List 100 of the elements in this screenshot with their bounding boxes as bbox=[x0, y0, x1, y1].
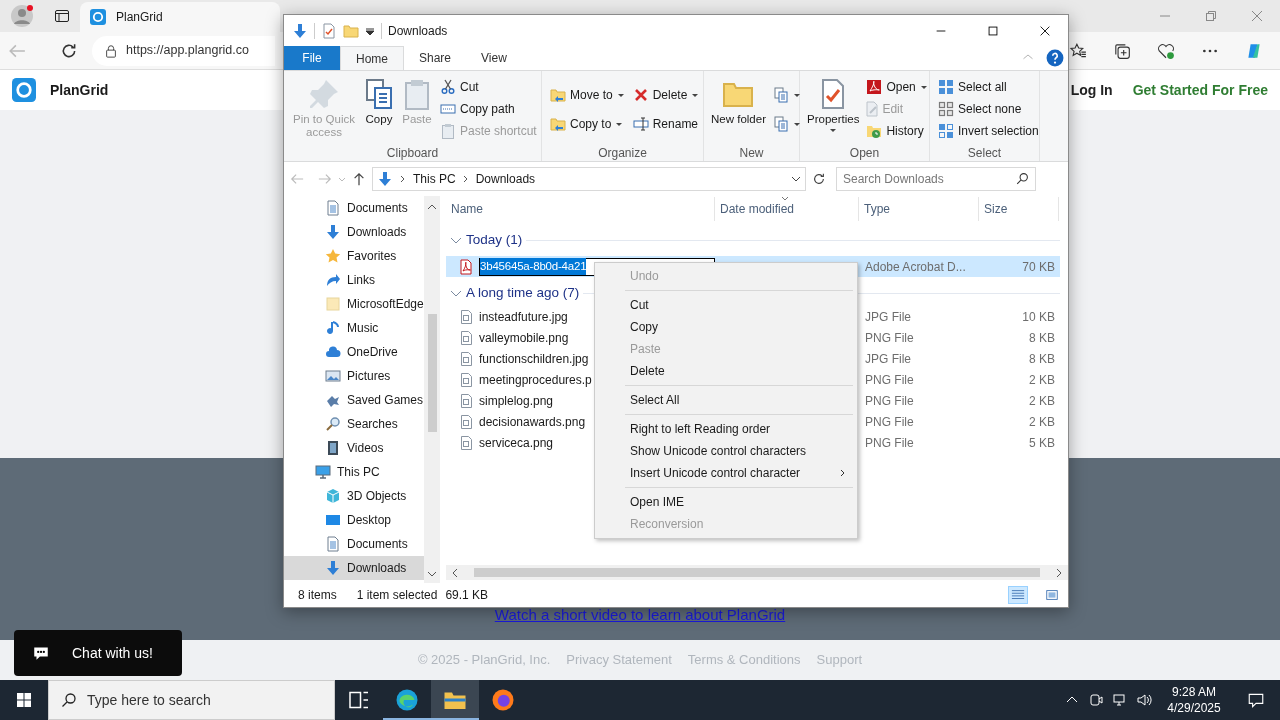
browser-tab[interactable]: PlanGrid bbox=[80, 2, 280, 32]
reload-icon[interactable] bbox=[60, 41, 78, 60]
column-header[interactable]: Type bbox=[859, 197, 979, 221]
ribbon-button[interactable]: Invert selection bbox=[936, 120, 1041, 142]
address-field[interactable]: This PC Downloads bbox=[372, 167, 806, 191]
nav-item[interactable]: Music bbox=[284, 316, 424, 340]
search-field[interactable]: Search Downloads bbox=[836, 167, 1036, 191]
scroll-up-icon[interactable] bbox=[427, 202, 437, 212]
ribbon-button[interactable]: Select all bbox=[936, 76, 1041, 98]
favorites-icon[interactable] bbox=[1069, 41, 1087, 60]
properties-icon[interactable] bbox=[321, 22, 337, 39]
desktop-icon bbox=[325, 512, 341, 528]
ribbon-button[interactable]: New folder bbox=[708, 74, 769, 128]
column-header[interactable]: Size bbox=[979, 197, 1059, 221]
group-header[interactable]: A long time ago (7) bbox=[466, 282, 580, 304]
menu-item[interactable]: Select All bbox=[597, 389, 855, 411]
group-header[interactable]: Today (1) bbox=[466, 229, 523, 251]
search-icon bbox=[1016, 172, 1029, 185]
details-view-icon[interactable] bbox=[1011, 588, 1025, 602]
ribbon-tab[interactable]: Home bbox=[340, 46, 404, 70]
ribbon-button[interactable]: Cut bbox=[438, 76, 539, 98]
ribbon-button[interactable]: History bbox=[864, 120, 930, 142]
folder-icon bbox=[550, 115, 566, 132]
film-icon bbox=[325, 440, 341, 456]
ribbon-button[interactable]: Delete bbox=[630, 83, 702, 106]
column-header[interactable]: Date modified bbox=[715, 197, 859, 221]
download-arrow-icon[interactable] bbox=[292, 22, 308, 39]
notification-icon[interactable] bbox=[1247, 691, 1265, 709]
nav-item[interactable]: Links bbox=[284, 268, 424, 292]
signup-link[interactable]: Get Started For Free bbox=[1132, 79, 1268, 101]
scrollbar-thumb[interactable] bbox=[474, 568, 1040, 577]
scroll-right-icon[interactable] bbox=[1054, 567, 1064, 578]
file-menu-button[interactable]: File bbox=[284, 46, 340, 70]
scroll-down-icon[interactable] bbox=[427, 569, 437, 579]
scroll-left-icon[interactable] bbox=[450, 567, 460, 578]
menu-item[interactable]: Show Unicode control characters bbox=[597, 440, 855, 462]
nav-item[interactable]: This PC bbox=[284, 460, 424, 484]
nav-item[interactable]: Saved Games bbox=[284, 388, 424, 412]
copilot-icon[interactable] bbox=[1245, 41, 1263, 60]
tab-actions-icon[interactable] bbox=[54, 8, 70, 24]
nav-item[interactable]: Searches bbox=[284, 412, 424, 436]
music-note-icon bbox=[325, 320, 341, 336]
nav-item[interactable]: Videos bbox=[284, 436, 424, 460]
nav-item[interactable]: Documents bbox=[284, 532, 424, 556]
login-link[interactable]: Log In bbox=[1070, 79, 1113, 101]
nav-item[interactable]: 3D Objects bbox=[284, 484, 424, 508]
ribbon-button[interactable]: Copy bbox=[360, 74, 398, 128]
star-icon bbox=[325, 248, 341, 264]
refresh-icon[interactable] bbox=[812, 172, 826, 186]
search-icon bbox=[61, 692, 77, 708]
ribbon-button[interactable]: Open bbox=[864, 76, 930, 98]
up-arrow-icon[interactable] bbox=[352, 172, 366, 186]
menu-item[interactable]: Right to left Reading order bbox=[597, 418, 855, 440]
ribbon-button[interactable]: Rename bbox=[630, 112, 702, 135]
nav-item[interactable]: Downloads bbox=[284, 556, 424, 580]
nav-item[interactable]: Downloads bbox=[284, 220, 424, 244]
menu-item[interactable]: Copy bbox=[597, 316, 855, 338]
restore-icon[interactable] bbox=[1203, 8, 1219, 24]
scrollbar-thumb[interactable] bbox=[427, 314, 437, 432]
magnifier-icon bbox=[325, 416, 341, 432]
chevron-down-icon[interactable] bbox=[791, 174, 801, 184]
ribbon-button[interactable]: Properties bbox=[804, 74, 863, 136]
nav-item[interactable]: Pictures bbox=[284, 364, 424, 388]
ribbon-button[interactable]: Move to bbox=[548, 83, 627, 106]
menu-item[interactable]: Cut bbox=[597, 294, 855, 316]
address-bar[interactable]: https://app.plangrid.co bbox=[92, 35, 275, 66]
ribbon-button[interactable]: Select none bbox=[936, 98, 1041, 120]
ribbon-button[interactable]: Copy path bbox=[438, 98, 539, 120]
nav-item[interactable]: Desktop bbox=[284, 508, 424, 532]
breadcrumb-link[interactable]: This PC bbox=[413, 170, 456, 188]
folder-icon bbox=[325, 296, 341, 312]
pin-icon bbox=[308, 78, 340, 110]
ribbon-button[interactable]: Copy to bbox=[548, 112, 627, 135]
maximize-icon[interactable] bbox=[986, 23, 1000, 38]
nav-item[interactable]: MicrosoftEdge bbox=[284, 292, 424, 316]
file-type: PNG File bbox=[864, 434, 915, 452]
breadcrumb-link[interactable]: Downloads bbox=[475, 170, 536, 188]
menu-item[interactable]: Delete bbox=[597, 360, 855, 382]
nav-item[interactable]: Documents bbox=[284, 196, 424, 220]
column-header[interactable]: Name bbox=[446, 197, 715, 221]
menu-item[interactable]: Insert Unicode control character bbox=[597, 462, 855, 484]
help-icon[interactable] bbox=[1046, 49, 1064, 67]
nav-item[interactable]: OneDrive bbox=[284, 340, 424, 364]
caret-icon[interactable] bbox=[365, 25, 375, 36]
volume-icon[interactable] bbox=[1136, 692, 1152, 708]
start-icon[interactable] bbox=[16, 692, 32, 708]
chevron-right-icon bbox=[839, 469, 847, 477]
health-icon[interactable] bbox=[1157, 41, 1175, 60]
profile-icon[interactable] bbox=[10, 4, 34, 28]
network-icon[interactable] bbox=[1112, 692, 1128, 708]
chat-button[interactable]: Chat with us! bbox=[14, 630, 182, 676]
file-size: 2 KB bbox=[1028, 371, 1055, 389]
taskbar-search-field[interactable]: Type here to search bbox=[48, 680, 335, 720]
nav-item[interactable]: Favorites bbox=[284, 244, 424, 268]
ribbon-tab[interactable]: Share bbox=[404, 46, 467, 70]
ribbon-tab[interactable]: View bbox=[466, 46, 522, 70]
meeting-icon[interactable] bbox=[1088, 692, 1104, 708]
large-icons-view-icon[interactable] bbox=[1045, 588, 1059, 602]
collections-icon[interactable] bbox=[1113, 41, 1131, 60]
menu-item[interactable]: Open IME bbox=[597, 491, 855, 513]
